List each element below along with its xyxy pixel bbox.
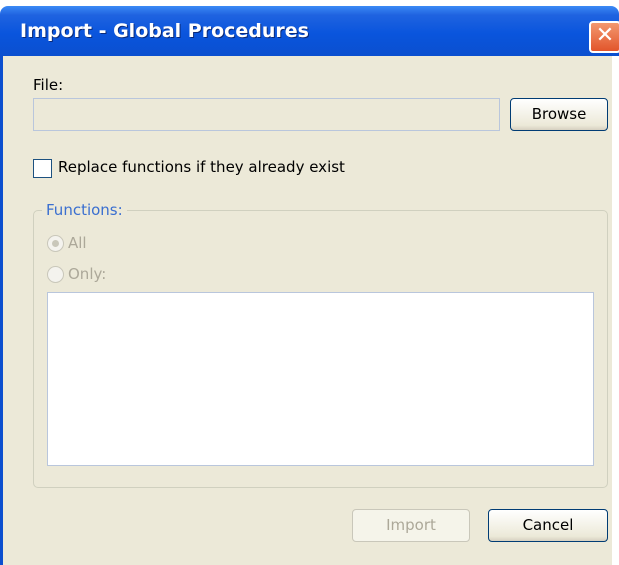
window-edge	[612, 56, 619, 565]
all-radio[interactable]	[47, 235, 64, 252]
file-path-input[interactable]	[33, 98, 500, 131]
replace-functions-checkbox[interactable]	[33, 159, 52, 178]
browse-button[interactable]: Browse	[510, 98, 608, 131]
replace-functions-label[interactable]: Replace functions if they already exist	[58, 158, 345, 176]
title-bar[interactable]: Import - Global Procedures ✕	[0, 6, 619, 56]
only-radio[interactable]	[47, 266, 64, 283]
cancel-button[interactable]: Cancel	[488, 509, 608, 542]
functions-legend: Functions:	[42, 201, 127, 219]
only-radio-label[interactable]: Only:	[68, 265, 106, 283]
all-radio-label[interactable]: All	[68, 234, 87, 252]
dialog-title: Import - Global Procedures	[20, 20, 309, 42]
import-button[interactable]: Import	[352, 509, 470, 542]
radio-selected-dot	[52, 240, 59, 247]
close-icon[interactable]: ✕	[589, 21, 619, 53]
import-dialog: Import - Global Procedures ✕ File: Brows…	[0, 0, 619, 565]
functions-list[interactable]	[47, 292, 594, 466]
file-label: File:	[33, 76, 64, 94]
